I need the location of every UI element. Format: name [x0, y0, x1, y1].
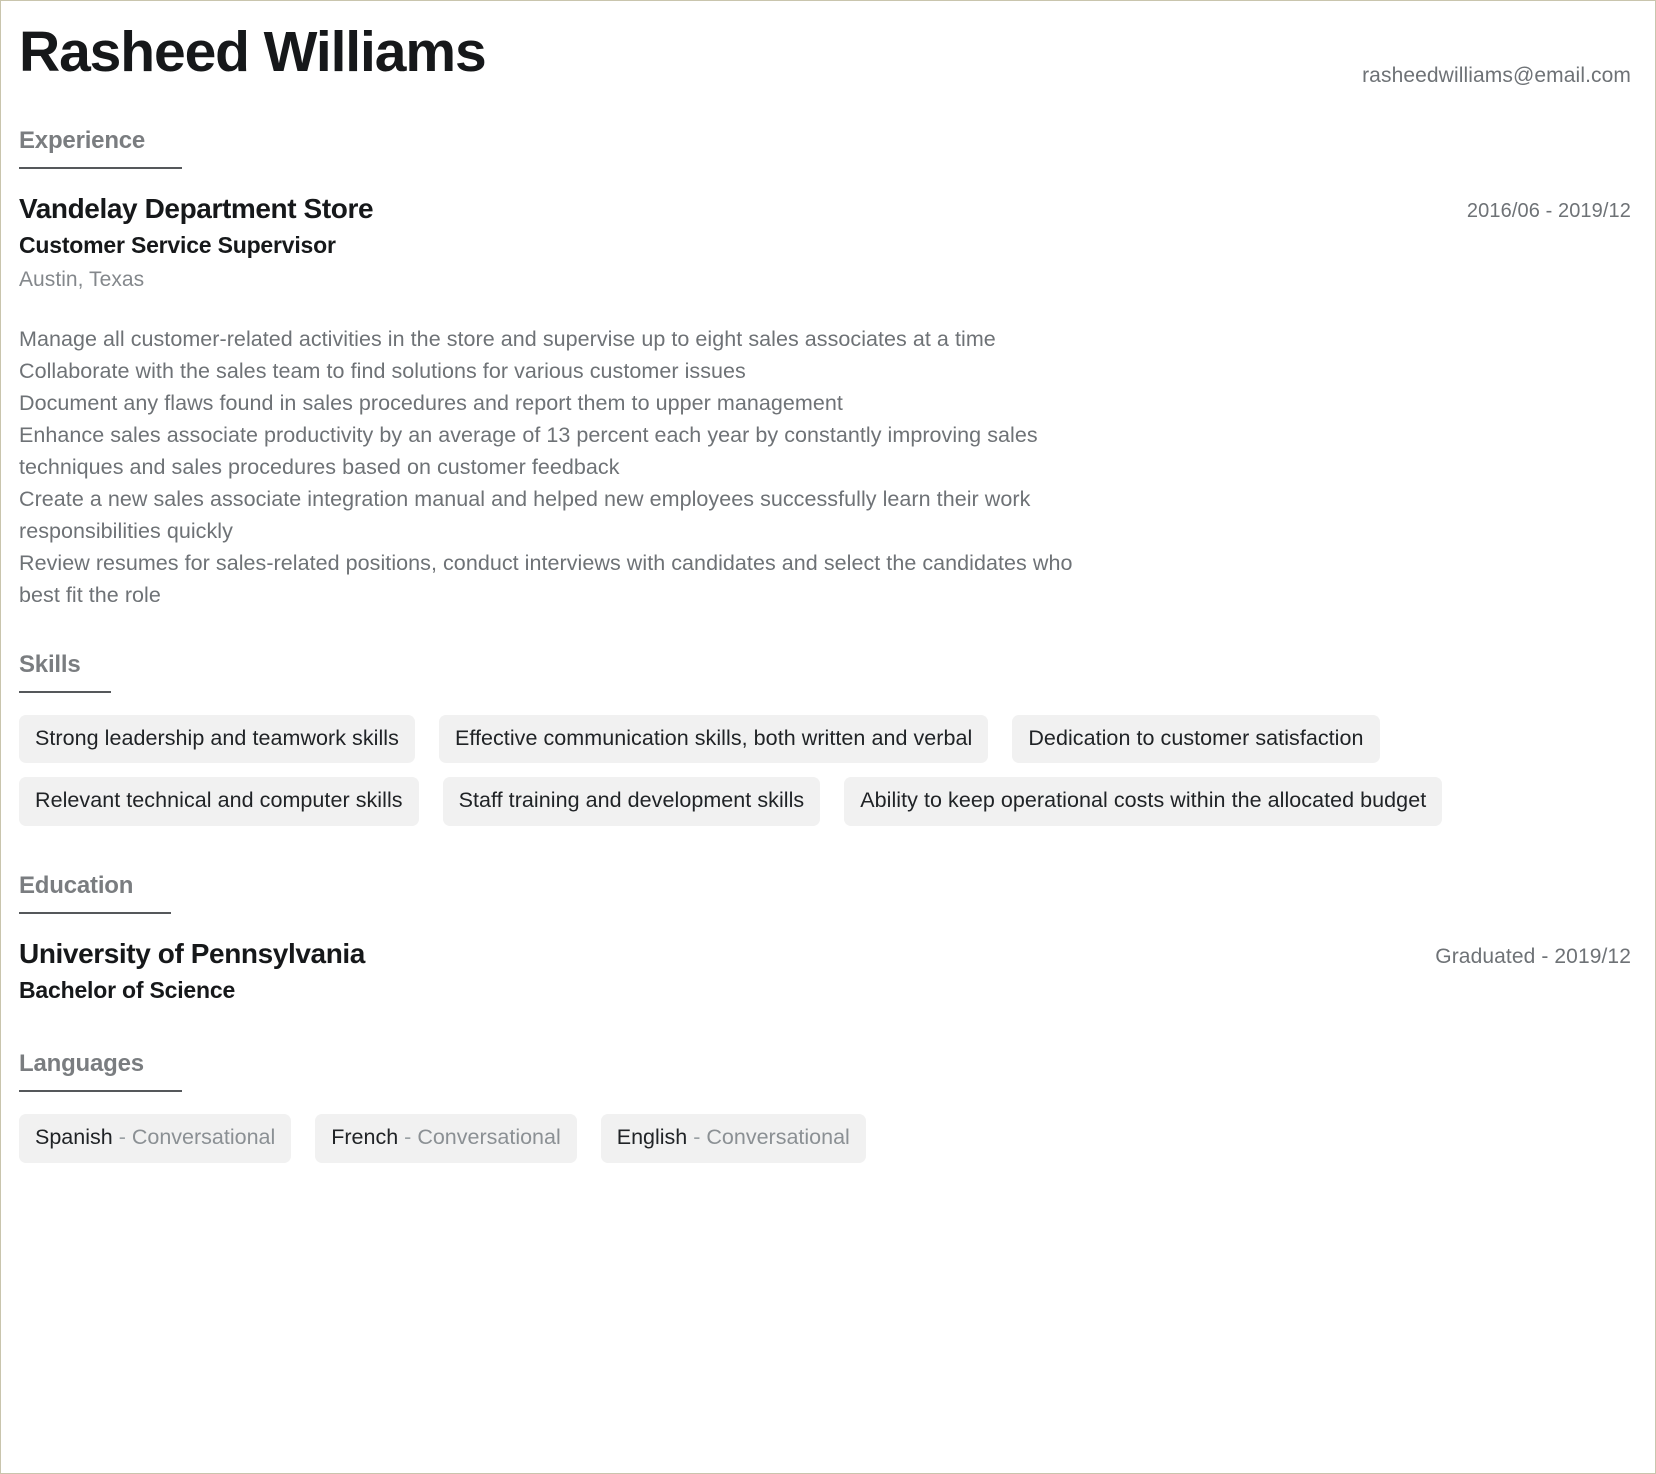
language-pill: English - Conversational [600, 1114, 866, 1163]
job-location: Austin, Texas [19, 268, 145, 292]
resume-sheet: Rasheed Williams rasheedwilliams@email.c… [1, 1, 1655, 1473]
section-title-skills: Skills [19, 650, 81, 678]
language-name: French [331, 1125, 399, 1150]
section-divider-experience [19, 166, 182, 169]
skill-pill: Dedication to customer satisfaction [1012, 714, 1380, 764]
language-name: Spanish [35, 1125, 113, 1150]
language-level: Conversational [706, 1125, 850, 1150]
language-separator: - [693, 1125, 701, 1150]
section-skills: Skills Strong leadership and teamwork sk… [19, 650, 1633, 827]
language-level: Conversational [131, 1125, 276, 1150]
candidate-name: Rasheed Williams [19, 20, 487, 84]
skills-pill-list: Strong leadership and teamwork skills Ef… [19, 714, 1619, 827]
section-divider-education [19, 911, 171, 914]
education-entry-main: University of Pennsylvania Bachelor of S… [19, 936, 1435, 1006]
section-title-experience: Experience [19, 127, 146, 154]
candidate-email[interactable]: rasheedwilliams@email.com [1362, 64, 1631, 88]
language-separator: - [404, 1125, 412, 1150]
section-experience: Experience Vandelay Department Store Cus… [19, 127, 1633, 611]
skill-pill: Effective communication skills, both wri… [438, 714, 989, 764]
education-entry: University of Pennsylvania Bachelor of S… [19, 936, 1633, 1006]
degree-name: Bachelor of Science [19, 977, 236, 1004]
experience-bullet: Document any flaws found in sales proced… [19, 390, 843, 415]
graduation-date: Graduated - 2019/12 [1435, 944, 1631, 968]
languages-pill-list: Spanish - Conversational French - Conver… [19, 1114, 1619, 1163]
experience-entry-main: Vandelay Department Store Customer Servi… [19, 191, 1467, 295]
resume-header: Rasheed Williams rasheedwilliams@email.c… [19, 19, 1633, 127]
experience-bullet: Review resumes for sales-related positio… [19, 550, 1073, 607]
skill-pill: Relevant technical and computer skills [19, 777, 419, 827]
language-pill: French - Conversational [315, 1114, 577, 1163]
experience-bullet-list: Manage all customer-related activities i… [19, 323, 1109, 611]
section-education: Education University of Pennsylvania Bac… [19, 872, 1633, 1006]
job-title: Customer Service Supervisor [19, 232, 336, 259]
education-entry-header: University of Pennsylvania Bachelor of S… [19, 936, 1633, 1006]
section-divider-languages [19, 1090, 182, 1093]
section-title-education: Education [19, 872, 134, 900]
section-title-languages: Languages [19, 1050, 144, 1078]
language-name: English [616, 1125, 688, 1150]
skill-pill: Ability to keep operational costs within… [844, 777, 1443, 827]
experience-bullet: Manage all customer-related activities i… [19, 326, 996, 351]
language-pill: Spanish - Conversational [19, 1114, 292, 1163]
experience-entry-header: Vandelay Department Store Customer Servi… [19, 191, 1633, 295]
section-divider-skills [19, 690, 111, 693]
skill-pill: Strong leadership and teamwork skills [19, 714, 415, 764]
language-separator: - [118, 1125, 126, 1150]
resume-page: Rasheed Williams rasheedwilliams@email.c… [0, 0, 1656, 1474]
skill-pill: Staff training and development skills [442, 777, 821, 827]
experience-bullet: Create a new sales associate integration… [19, 486, 1031, 543]
section-languages: Languages Spanish - Conversational Frenc… [19, 1050, 1633, 1163]
experience-bullet: Enhance sales associate productivity by … [19, 422, 1038, 479]
experience-entry: Vandelay Department Store Customer Servi… [19, 191, 1633, 611]
employer-name: Vandelay Department Store [19, 192, 374, 224]
language-level: Conversational [417, 1125, 561, 1150]
school-name: University of Pennsylvania [19, 937, 365, 969]
experience-bullet: Collaborate with the sales team to find … [19, 358, 746, 383]
employment-date-range: 2016/06 - 2019/12 [1466, 199, 1631, 222]
